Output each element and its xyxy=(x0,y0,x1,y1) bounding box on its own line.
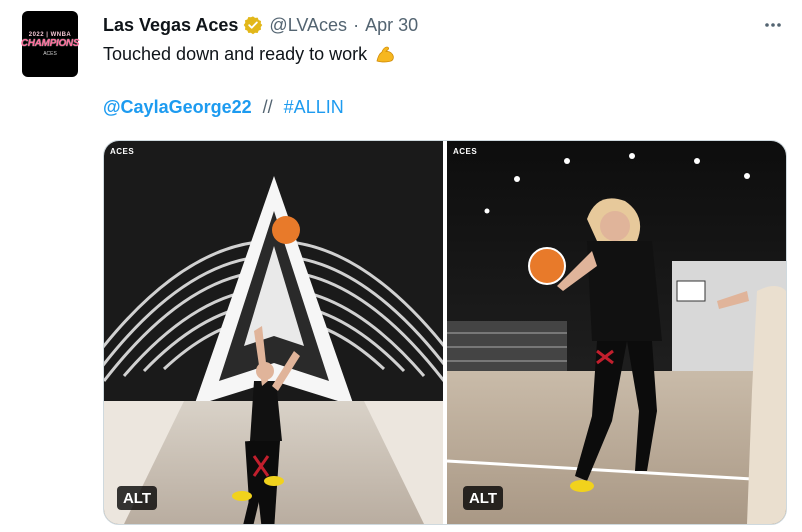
separator: · xyxy=(353,14,360,35)
alt-text-button[interactable]: ALT xyxy=(117,486,157,510)
watermark-logo: ACES xyxy=(453,147,478,156)
photo-2[interactable]: ACES ALT xyxy=(447,141,786,524)
tweet-text-body: Touched down and ready to work xyxy=(103,43,368,64)
tweet-date[interactable]: Apr 30 xyxy=(365,15,418,36)
user-handle[interactable]: @LVAces xyxy=(269,15,347,36)
watermark-logo: ACES xyxy=(110,147,135,156)
mention-link[interactable]: @CaylaGeorge22 xyxy=(103,97,252,117)
flexed-biceps-icon xyxy=(373,42,397,66)
tweet-text: Touched down and ready to work xyxy=(103,42,397,66)
slashes-text: // xyxy=(262,97,273,117)
verified-badge-icon[interactable] xyxy=(243,15,263,35)
tweet[interactable]: 2022 | WNBA CHAMPIONS ACES Las Vegas Ace… xyxy=(0,0,802,532)
avatar-caption-bottom: ACES xyxy=(43,50,57,57)
photo-1[interactable]: ACES ALT xyxy=(104,141,443,524)
avatar[interactable]: 2022 | WNBA CHAMPIONS ACES xyxy=(20,11,80,77)
tweet-header: Las Vegas Aces @LVAces · Apr 30 xyxy=(103,12,418,38)
hashtag-link[interactable]: #ALLIN xyxy=(284,97,344,117)
media-grid: ACES ALT ACES ALT xyxy=(103,140,787,525)
display-name[interactable]: Las Vegas Aces xyxy=(103,15,238,36)
tweet-links: @CaylaGeorge22 // #ALLIN xyxy=(103,97,344,118)
avatar-caption-main: CHAMPIONS xyxy=(20,37,80,49)
more-options-icon[interactable] xyxy=(762,14,784,36)
alt-text-button[interactable]: ALT xyxy=(463,486,503,510)
